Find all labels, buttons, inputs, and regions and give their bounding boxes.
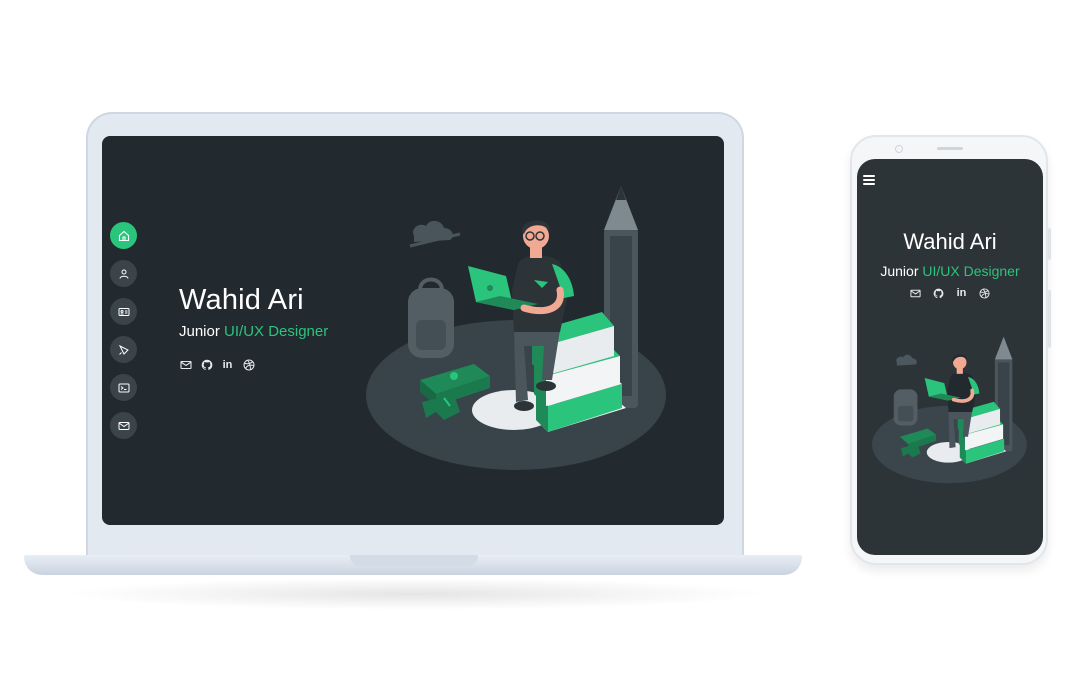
- id-card-icon: [118, 307, 129, 316]
- nav-contact[interactable]: [110, 412, 137, 439]
- phone-camera: [895, 145, 903, 153]
- mail-icon: [118, 421, 129, 430]
- nav-portfolio[interactable]: [110, 336, 137, 363]
- social-links: in: [179, 358, 328, 371]
- github-icon: [201, 359, 212, 370]
- linkedin-icon: in: [956, 287, 967, 299]
- sidebar-nav: [110, 222, 137, 439]
- mobile-email-link[interactable]: [910, 287, 922, 299]
- hero-illustration: [366, 186, 666, 470]
- mobile-hero-illustration: [872, 336, 1027, 484]
- mobile-dribbble-link[interactable]: [979, 287, 991, 299]
- mobile-social-links: in: [857, 287, 1043, 299]
- nav-about[interactable]: [110, 260, 137, 287]
- laptop-shadow: [60, 578, 770, 610]
- phone-speaker: [937, 147, 963, 150]
- mobile-hero-section: Wahid Ari Junior UI/UX Designer in: [857, 229, 1043, 299]
- email-icon: [910, 289, 921, 297]
- dribbble-link[interactable]: [242, 358, 255, 371]
- role-prefix: Junior: [179, 323, 220, 340]
- laptop-notch: [350, 555, 478, 566]
- mobile-hero-role: Junior UI/UX Designer: [857, 263, 1043, 279]
- email-icon: [179, 360, 192, 369]
- laptop-screen: Wahid Ari Junior UI/UX Designer in: [102, 136, 724, 525]
- paint-brush-icon: [118, 344, 129, 355]
- linkedin-icon: in: [222, 358, 233, 371]
- mobile-hero-name: Wahid Ari: [903, 229, 997, 254]
- user-icon: [119, 269, 128, 279]
- phone-volume-button: [1048, 228, 1051, 260]
- hamburger-menu-icon[interactable]: [863, 175, 875, 185]
- role-highlight: UI/UX Designer: [224, 323, 329, 340]
- hero-name: Wahid Ari: [179, 284, 304, 316]
- home-icon: [118, 230, 129, 241]
- phone-power-button: [1048, 290, 1051, 348]
- terminal-icon: [118, 383, 129, 392]
- mobile-role-highlight: UI/UX Designer: [922, 263, 1020, 279]
- nav-home[interactable]: [110, 222, 137, 249]
- hero-role: Junior UI/UX Designer: [179, 323, 328, 340]
- github-link[interactable]: [200, 358, 213, 371]
- hero-section: Wahid Ari Junior UI/UX Designer in: [179, 284, 328, 371]
- mobile-github-link[interactable]: [933, 287, 945, 299]
- dribbble-icon: [979, 287, 990, 299]
- email-link[interactable]: [179, 358, 192, 371]
- dribbble-icon: [243, 359, 254, 370]
- nav-services[interactable]: [110, 374, 137, 401]
- linkedin-link[interactable]: in: [221, 358, 234, 371]
- mobile-role-prefix: Junior: [880, 263, 919, 279]
- github-icon: [933, 288, 944, 298]
- mobile-linkedin-link[interactable]: in: [956, 287, 968, 299]
- nav-resume[interactable]: [110, 298, 137, 325]
- phone-screen: Wahid Ari Junior UI/UX Designer in: [857, 159, 1043, 555]
